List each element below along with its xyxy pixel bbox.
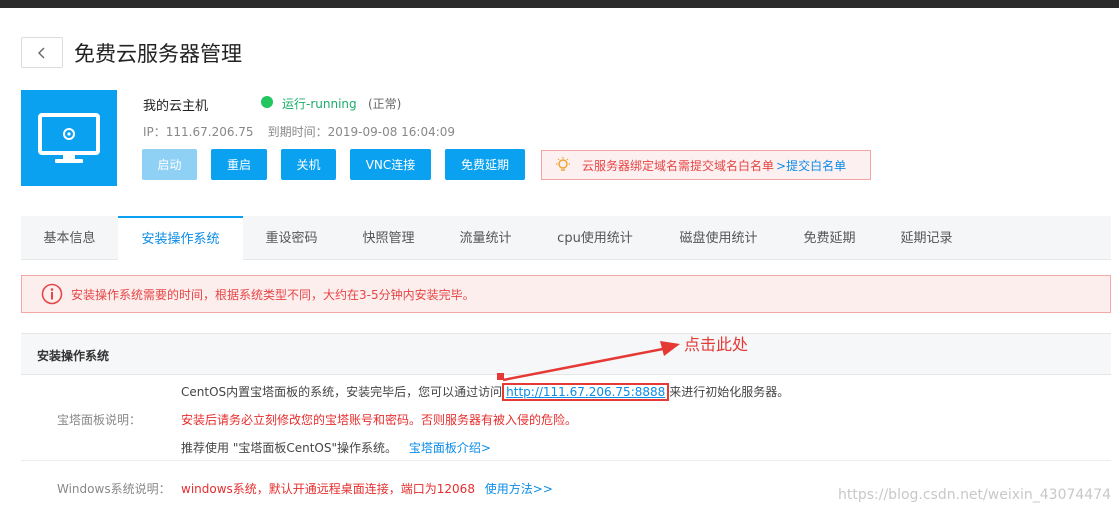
csdn-watermark: https://blog.csdn.net/weixin_43074474	[838, 487, 1112, 503]
click-here-annotation: 点击此处	[684, 335, 749, 354]
annotation-arrow-icon	[497, 341, 680, 382]
